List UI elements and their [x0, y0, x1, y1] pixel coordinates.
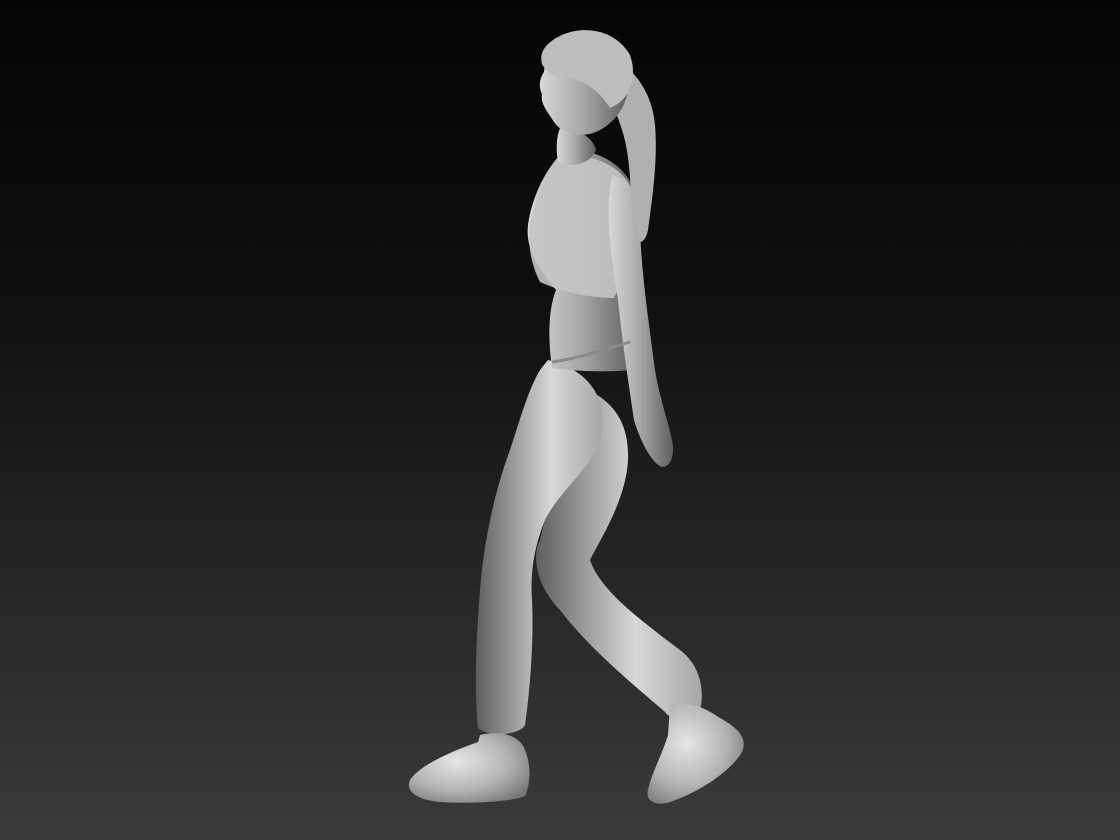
sculpt-render [0, 0, 1120, 840]
render-viewport [0, 0, 1120, 840]
